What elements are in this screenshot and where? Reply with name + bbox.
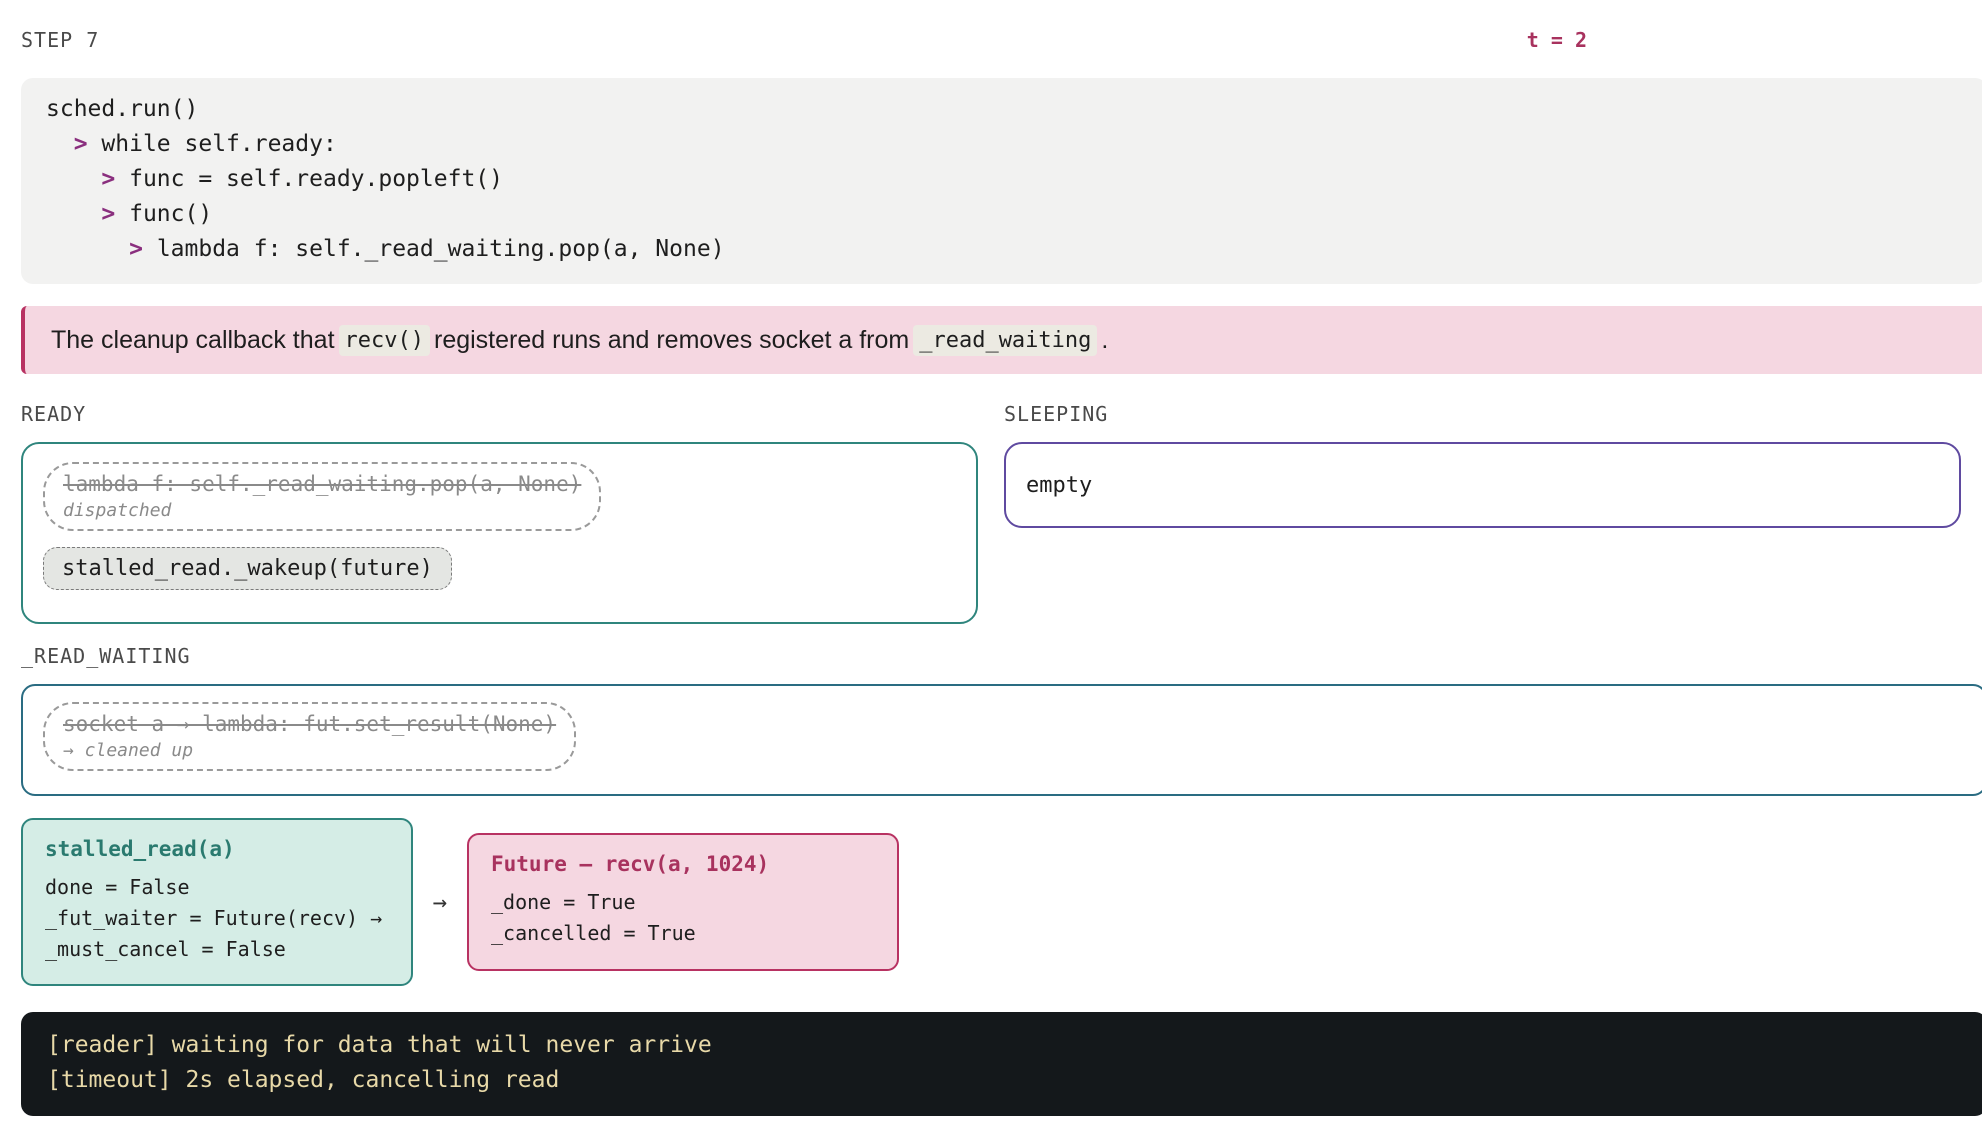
code-line: > func() [101, 201, 213, 227]
future-title: Future — recv(a, 1024) [491, 852, 770, 876]
cleaned-note: → cleaned up [63, 740, 194, 761]
explanation-note: The cleanup callback that recv() registe… [21, 306, 1982, 374]
nesting-arrow: > [73, 131, 88, 157]
future-field: _done = True [491, 890, 636, 914]
ready-queue: lambda f: self._read_waiting.pop(a, None… [21, 442, 978, 624]
code-line: > func = self.ready.popleft() [101, 166, 503, 192]
sleeping-column: SLEEPING empty [1004, 402, 1961, 624]
task-title: stalled_read(a) [45, 837, 235, 861]
call-stack-code: sched.run() > while self.ready: > func =… [21, 78, 1982, 284]
code-line: > lambda f: self._read_waiting.pop(a, No… [129, 236, 725, 262]
sleeping-empty-text: empty [1026, 472, 1093, 498]
future-field: _cancelled = True [491, 921, 696, 945]
terminal-line: [timeout] 2s elapsed, cancelling read [47, 1067, 560, 1093]
terminal-line: [reader] waiting for data that will neve… [47, 1032, 712, 1058]
inline-code: recv() [338, 324, 430, 356]
nesting-arrow: > [129, 236, 143, 262]
read-waiting-label: _READ_WAITING [21, 644, 191, 668]
sleeping-label: SLEEPING [1004, 402, 1109, 426]
task-field: _must_cancel = False [45, 937, 286, 961]
pending-callback: stalled_read._wakeup(future) [43, 547, 452, 590]
nesting-arrow: > [101, 201, 116, 227]
object-chain: stalled_read(a) done = False _fut_waiter… [21, 818, 1587, 986]
queues-row: READY lambda f: self._read_waiting.pop(a… [21, 402, 1982, 624]
output-terminal: [reader] waiting for data that will neve… [21, 1012, 1982, 1116]
dispatched-callback: lambda f: self._read_waiting.pop(a, None… [43, 462, 602, 531]
sleeping-queue: empty [1004, 442, 1961, 528]
step-label: STEP 7 [21, 28, 100, 52]
future-card: Future — recv(a, 1024) _done = True _can… [467, 833, 899, 971]
ready-label: READY [21, 402, 87, 426]
nesting-arrow: > [101, 166, 116, 192]
time-indicator: t = 2 [1526, 28, 1587, 52]
task-field: _fut_waiter = Future(recv) → [45, 906, 383, 930]
code-line: > while self.ready: [73, 131, 337, 157]
task-field: done = False [45, 875, 190, 899]
dispatched-note: dispatched [63, 500, 172, 521]
read-waiting-map: socket a → lambda: fut.set_result(None) … [21, 684, 1982, 796]
task-card: stalled_read(a) done = False _fut_waiter… [21, 818, 413, 986]
inline-code: _read_waiting [913, 324, 1098, 356]
cleaned-entry: socket a → lambda: fut.set_result(None) … [43, 702, 577, 771]
code-line: sched.run() [46, 96, 199, 122]
ready-column: READY lambda f: self._read_waiting.pop(a… [21, 402, 978, 624]
link-arrow-icon: → [432, 888, 448, 916]
step-visualization: STEP 7 t = 2 sched.run() > while self.re… [0, 0, 1982, 1116]
step-header: STEP 7 t = 2 [21, 0, 1587, 78]
